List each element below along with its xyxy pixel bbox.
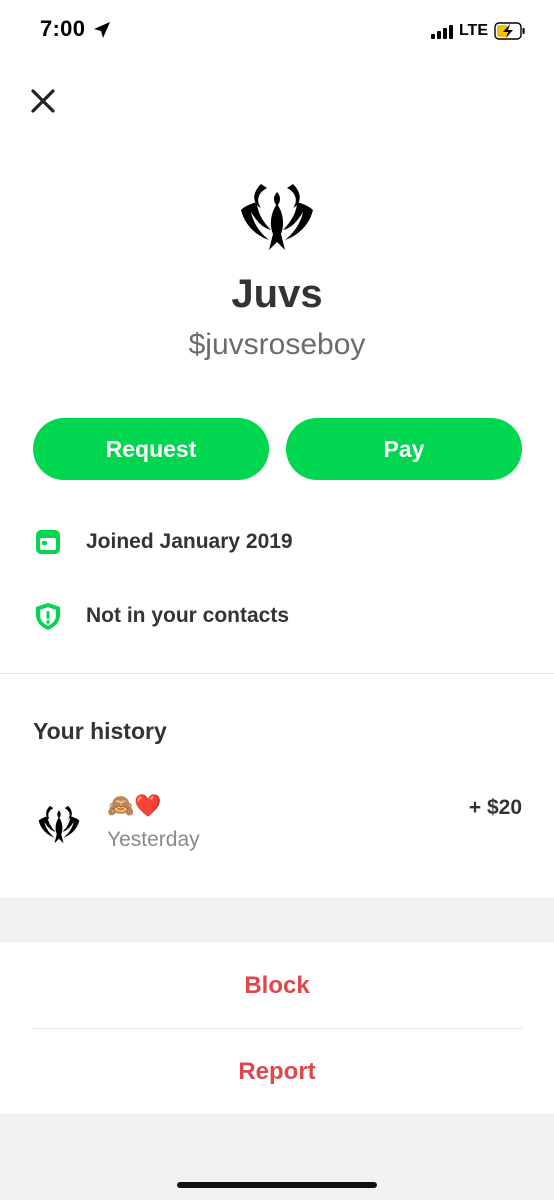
report-button[interactable]: Report bbox=[0, 1058, 554, 1086]
history-date: Yesterday bbox=[107, 828, 200, 851]
status-indicators: LTE bbox=[430, 20, 526, 42]
close-icon[interactable] bbox=[28, 86, 58, 116]
network-label: LTE bbox=[458, 22, 488, 39]
shield-alert-icon bbox=[36, 603, 60, 630]
history-amount: + $20 bbox=[468, 796, 522, 819]
status-time: 7:00 bbox=[40, 16, 86, 41]
section-gap bbox=[0, 898, 554, 942]
contacts-info: Not in your contacts bbox=[33, 599, 289, 633]
request-button[interactable]: Request bbox=[33, 418, 269, 480]
location-arrow-icon bbox=[94, 22, 110, 38]
history-item[interactable]: 🙈❤️ Yesterday + $20 bbox=[33, 790, 522, 860]
battery-charging-icon bbox=[494, 22, 525, 40]
joined-info: Joined January 2019 bbox=[33, 525, 293, 559]
status-bar: 7:00 LTE bbox=[0, 0, 554, 60]
profile-handle: $juvsroseboy bbox=[188, 328, 366, 361]
action-card: Block Report bbox=[0, 942, 554, 1114]
action-divider bbox=[33, 1028, 522, 1029]
section-divider bbox=[0, 673, 554, 674]
phoenix-logo-icon bbox=[231, 170, 323, 262]
avatar bbox=[231, 170, 323, 262]
signal-bars-icon bbox=[430, 23, 453, 39]
block-button[interactable]: Block bbox=[0, 972, 554, 1000]
joined-text: Joined January 2019 bbox=[86, 530, 293, 553]
pay-button[interactable]: Pay bbox=[286, 418, 522, 480]
profile-name: Juvs bbox=[231, 272, 323, 316]
history-avatar bbox=[33, 798, 85, 850]
calendar-icon bbox=[36, 530, 60, 554]
history-title: Your history bbox=[33, 718, 167, 744]
home-indicator[interactable] bbox=[177, 1182, 377, 1188]
history-note: 🙈❤️ bbox=[107, 793, 162, 818]
contacts-text: Not in your contacts bbox=[86, 604, 290, 627]
phoenix-logo-icon bbox=[33, 798, 85, 850]
